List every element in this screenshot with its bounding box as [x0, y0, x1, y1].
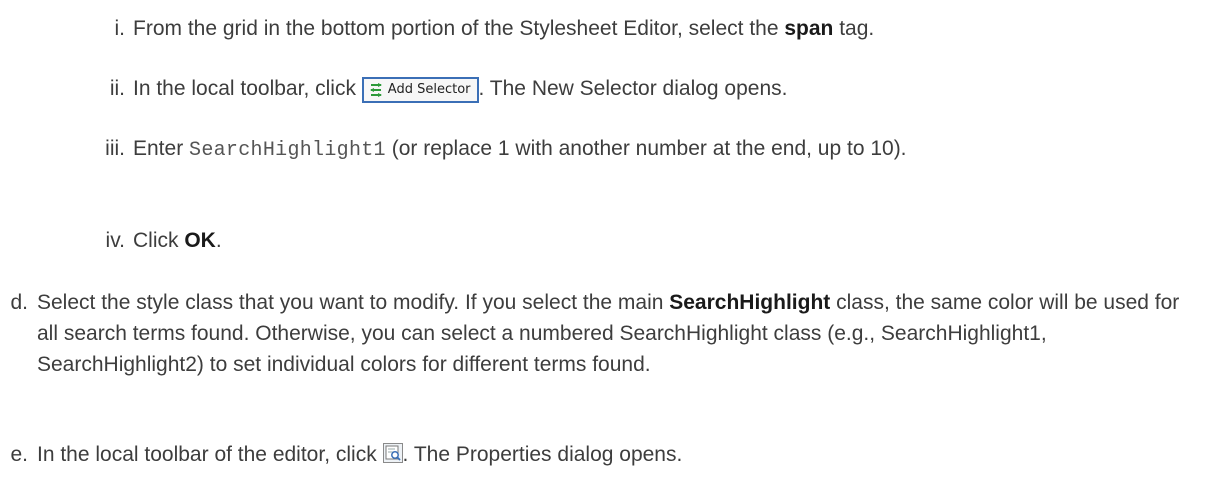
step-e-text-2: . The Properties dialog opens. [402, 443, 683, 466]
step-ii-text-2: . The New Selector dialog opens. [478, 77, 788, 100]
step-iii-marker: iii. [105, 137, 125, 160]
step-iv-text: Click OK. [133, 225, 1193, 256]
span-tag-label: span [784, 17, 834, 40]
step-ii-marker: ii. [109, 77, 125, 100]
step-e-marker: e. [10, 443, 28, 466]
step-iv-marker: iv. [105, 229, 125, 252]
step-iv-text-1: Click [133, 229, 185, 252]
step-d-marker: d. [10, 291, 28, 314]
step-iii-text: Enter SearchHighlight1 (or replace 1 wit… [133, 133, 1193, 166]
properties-icon[interactable] [382, 443, 403, 463]
step-ii-text-1: In the local toolbar, click [133, 77, 362, 100]
step-i-marker: i. [114, 17, 126, 40]
step-i-text-2: tag. [833, 17, 875, 40]
step-iv-text-2: . [215, 229, 222, 252]
code-searchhighlight1: SearchHighlight1 [189, 139, 386, 162]
step-iii-text-2: (or replace 1 with another number at the… [385, 137, 907, 160]
searchhighlight-label: SearchHighlight [669, 291, 831, 314]
step-ii-text: In the local toolbar, click Add Selector… [133, 73, 1193, 104]
step-d-text: Select the style class that you want to … [37, 287, 1197, 380]
step-e-text-1: In the local toolbar of the editor, clic… [37, 443, 383, 466]
step-e-text: In the local toolbar of the editor, clic… [37, 439, 1197, 470]
step-i-text: From the grid in the bottom portion of t… [133, 13, 1193, 44]
add-selector-icon [369, 83, 382, 97]
add-selector-button[interactable]: Add Selector [361, 77, 479, 103]
add-selector-label: Add Selector [387, 82, 471, 97]
ok-label: OK [184, 229, 216, 252]
step-d-text-1: Select the style class that you want to … [37, 291, 670, 314]
step-i-text-1: From the grid in the bottom portion of t… [133, 17, 785, 40]
step-iii-text-1: Enter [133, 137, 190, 160]
